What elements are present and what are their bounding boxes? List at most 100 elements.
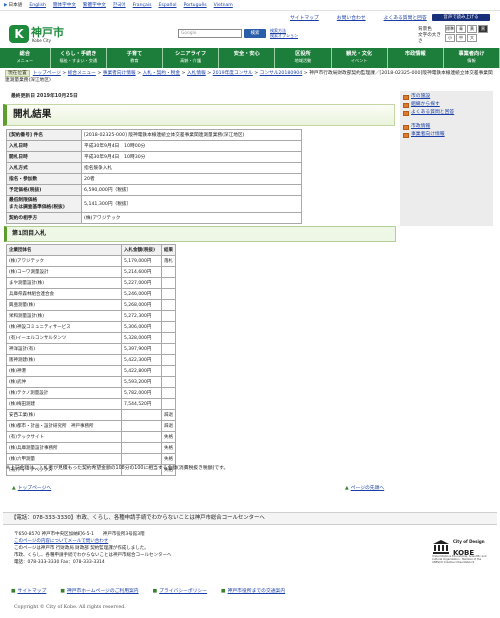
breadcrumb-link[interactable]: 入札情報 [187, 71, 206, 76]
bid-company: (株)六甲測量 [6, 453, 122, 465]
sidebar-item[interactable]: 組織から探す [403, 101, 490, 109]
mail-inquiry-link[interactable]: このページの内容についてメールで問い合わせ [14, 538, 364, 545]
table-row: まや測量設計(株) 5,227,000円 [6, 277, 176, 289]
nav-item[interactable]: 総合 メニュー [0, 48, 51, 68]
language-link[interactable]: 日本語 [9, 2, 23, 8]
footer-link[interactable]: ■ サイトマップ [11, 587, 46, 594]
bid-company: (株)アワジテック [6, 255, 122, 267]
sidebar-item[interactable]: 市の施設 [403, 93, 490, 101]
bg-black-button[interactable]: 黒 [478, 24, 488, 33]
language-link[interactable]: Português [184, 3, 207, 8]
page-top-link[interactable]: ▲ ページの先頭へ [345, 484, 384, 491]
breadcrumb-link[interactable]: 入札・契約・税金 [143, 71, 181, 76]
bid-company: 興亜測量(株) [6, 299, 122, 311]
nav-item-sublabel: 福祉・すまい・交通 [59, 58, 98, 63]
bid-price [121, 431, 162, 443]
up-arrow-icon: ▲ [345, 486, 349, 491]
breadcrumb-separator-icon: > [205, 71, 213, 76]
unesco-temple-icon [433, 540, 449, 554]
header-link[interactable]: よくある質問と回答 [384, 14, 427, 21]
table-row: (株)コーワ測量設計 5,214,600円 [6, 266, 176, 278]
info-row: [契約番号] 件名 [2018-02325-000] 阪神電鉄本線連続立体交差事業… [6, 129, 302, 141]
nav-item[interactable]: 事業者向け 情報 [444, 48, 500, 68]
kobe-city-logo[interactable]: K 神戸市 Kobe City [9, 24, 71, 46]
bid-price [121, 420, 162, 432]
nav-item[interactable]: 区役所 地域活動 [275, 48, 332, 68]
up-arrow-icon: ▲ [12, 486, 16, 491]
breadcrumb-link[interactable]: コンサル20180904 [260, 71, 303, 76]
language-bar: ▶ 日本語 English 簡体字中文 繁體字中文 한국어 Français Español P… [0, 0, 500, 11]
square-bullet-icon: ■ [152, 589, 158, 594]
bid-result [161, 310, 176, 322]
bid-company: (株)武仲 [6, 376, 122, 388]
breadcrumb-link[interactable]: 2019年度コンサル [213, 71, 253, 76]
header-link[interactable]: お問い合わせ [337, 14, 366, 21]
bid-price: 5,306,000円 [121, 321, 162, 333]
bid-result [161, 365, 176, 377]
nav-item-label: シニアライフ [175, 51, 207, 57]
bid-price: 7,544,520円 [121, 398, 162, 410]
language-link[interactable]: Français [133, 3, 152, 8]
breadcrumb-link[interactable]: 総合メニュー [68, 71, 96, 76]
sidebar-item-label: 市政情報 [411, 124, 431, 129]
font-small-button[interactable]: 小 [445, 33, 455, 42]
search-button[interactable]: 検索 [244, 29, 266, 38]
footer-link[interactable]: ■ 神戸市役所までの交通案内 [221, 587, 285, 594]
bid-result [161, 266, 176, 278]
col-price: 入札金額(税抜) [121, 244, 162, 256]
language-link[interactable]: Vietnam [214, 3, 233, 8]
nav-item[interactable]: 子育て 教育 [107, 48, 163, 68]
nav-item[interactable]: 市政情報 [388, 48, 444, 68]
info-value: 5,141,300円（税抜） [81, 195, 302, 213]
page-icon [403, 94, 409, 100]
global-nav: 総合 メニュー くらし・手続き 福祉・すまい・交通 子育て 教育 シニアライフ 高齢・介護 安全… [0, 48, 500, 68]
breadcrumb-link[interactable]: 事業者向け情報 [103, 71, 136, 76]
bg-blue-button[interactable]: 青 [456, 24, 466, 33]
search-options-link[interactable]: 検索オプション [270, 33, 298, 38]
breadcrumb-separator-icon: > [252, 71, 260, 76]
bid-result [161, 332, 176, 344]
language-link[interactable]: English [29, 3, 46, 8]
header-top-links: サイトマップ お問い合わせ よくある質問と回答 [290, 14, 445, 21]
font-size-label: 文字の大きさ [418, 32, 441, 44]
breadcrumb: 現在位置 トップページ > 総合メニュー > 事業者向け情報 > 入札・契約・税金… [5, 70, 495, 84]
language-link[interactable]: 繁體字中文 [83, 2, 106, 8]
language-link[interactable]: Español [159, 3, 177, 8]
font-medium-button[interactable]: 中 [456, 33, 466, 42]
language-link[interactable]: 簡体字中文 [53, 2, 76, 8]
footer-link[interactable]: ■ 神戸市ホームページのご利用案内 [60, 587, 138, 594]
sidebar-item[interactable]: 事業者向け情報 [403, 131, 490, 139]
last-updated: 最終更新日 2019年10月25日 [11, 94, 78, 99]
bid-price [121, 409, 162, 421]
bg-standard-button[interactable]: 標準 [445, 24, 455, 33]
bid-company: (株)神港 [6, 365, 122, 377]
footer-link[interactable]: ■ プライバシーポリシー [153, 587, 207, 594]
breadcrumb-here-label: 現在位置 [5, 70, 30, 77]
table-row: (有)テックサイト 失格 [6, 431, 176, 443]
sidebar-item-label: 市の施設 [411, 94, 431, 99]
nav-item-sublabel: 地域活動 [294, 58, 312, 63]
nav-item[interactable]: シニアライフ 高齢・介護 [163, 48, 220, 68]
header-link[interactable]: サイトマップ [290, 14, 319, 21]
sidebar-item[interactable]: よくある質問と回答 [403, 109, 490, 117]
language-link[interactable]: 한국어 [113, 2, 126, 8]
nav-item[interactable]: 安全・安心 [219, 48, 276, 68]
nav-item-label: くらし・手続き [60, 51, 97, 57]
nav-item[interactable]: 観光・文化 イベント [332, 48, 388, 68]
square-bullet-icon: ■ [60, 589, 65, 594]
bid-price: 5,593,200円 [121, 376, 162, 388]
info-key: 入札方式 [6, 162, 82, 174]
font-large-button[interactable]: 大 [467, 33, 477, 42]
search-input[interactable]: Google [178, 29, 242, 38]
read-aloud-button[interactable]: 音声で読み上げる [432, 14, 490, 21]
sidebar-item[interactable]: 市政情報 [403, 123, 490, 131]
bid-result: 辞退 [161, 420, 176, 432]
bg-yellow-button[interactable]: 黄 [467, 24, 477, 33]
top-page-link[interactable]: ▲ トップページへ [12, 484, 51, 491]
bid-price: 5,422,300円 [121, 354, 162, 366]
section-heading: 第1回目入札 [4, 226, 396, 242]
bid-company: まや測量設計(株) [6, 277, 122, 289]
info-key: 最低制限価格 または調査基準価格(税抜) [6, 195, 82, 213]
nav-item[interactable]: くらし・手続き 福祉・すまい・交通 [51, 48, 107, 68]
breadcrumb-link[interactable]: トップページ [33, 71, 61, 76]
